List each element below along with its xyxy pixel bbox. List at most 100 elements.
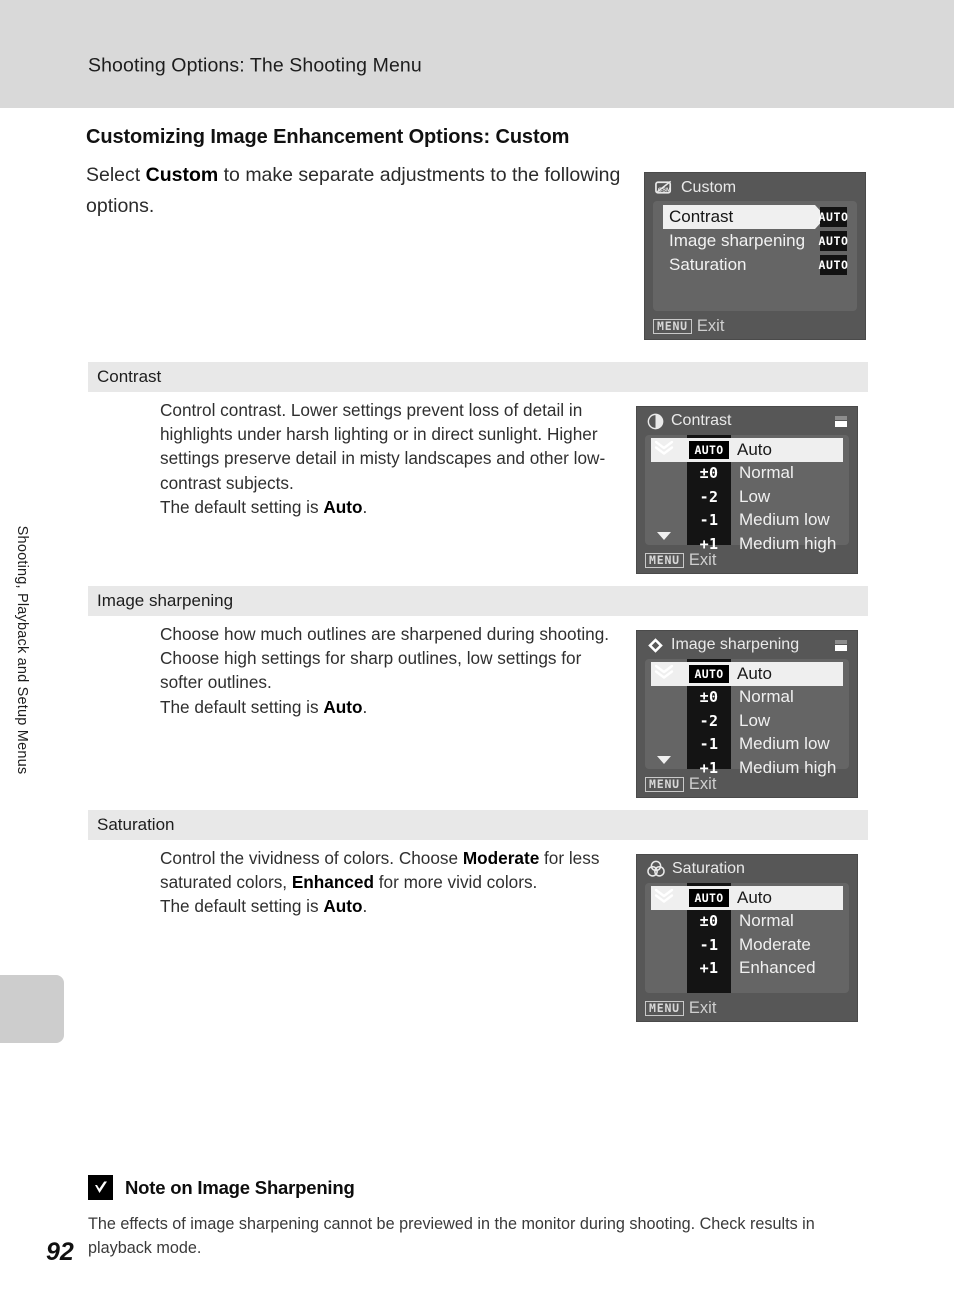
exit-label: Exit [688,551,717,569]
page-header-band: Shooting Options: The Shooting Menu [0,0,954,108]
scroll-up-icon[interactable] [653,439,675,456]
option-normal[interactable]: ±0 Normal [645,910,843,934]
scroll-down-icon[interactable] [657,756,671,764]
lcd-title-contrast: Contrast [647,412,731,430]
scroll-up-icon[interactable] [653,663,675,680]
subsection-bar-contrast: Contrast [88,362,868,392]
menu-item-value-badge: AUTO [818,207,848,227]
saturation-options-panel: AUTO Auto ±0 Normal -1 Moderate +1 Enhan… [645,883,849,993]
lcd-footer-image-sharpening[interactable]: MENU Exit [645,775,716,794]
lcd-footer-saturation[interactable]: MENU Exit [645,999,716,1018]
csm-icon: CSM [655,180,672,194]
menu-button-key[interactable]: MENU [645,776,684,793]
option-label: Auto [737,439,772,459]
lcd-title-text: Saturation [672,860,745,877]
option-moderate[interactable]: -1 Moderate [645,933,843,957]
lcd-title-text: Contrast [671,412,732,429]
menu-button-key[interactable]: MENU [645,1000,684,1017]
menu-button-key[interactable]: MENU [645,552,684,569]
option-value: +1 [699,959,719,978]
option-normal[interactable]: ±0 Normal [645,686,843,710]
intro-paragraph: Select Custom to make separate adjustmen… [86,164,621,217]
exit-label: Exit [696,317,725,335]
note-title: Note on Image Sharpening [125,1176,355,1198]
option-label: Medium high [739,757,837,777]
custom-menu-rows: Contrast AUTO Image sharpening AUTO Satu… [663,205,849,277]
menu-item-image-sharpening[interactable]: Image sharpening AUTO [663,229,849,253]
sidebar-chapter-label: Shooting, Playback and Setup Menus [14,525,30,775]
option-value: -2 [699,711,719,730]
note-header: Note on Image Sharpening [88,1175,878,1200]
subsection-title: Saturation [97,815,175,834]
option-value: ±0 [699,688,719,707]
option-low[interactable]: -2 Low [645,485,843,509]
menu-item-contrast[interactable]: Contrast AUTO [663,205,849,229]
page-number: 92 [46,1238,74,1266]
subsection-title: Image sharpening [97,591,234,610]
option-value: -1 [699,735,719,754]
option-value: -1 [699,511,719,530]
option-normal[interactable]: ±0 Normal [645,462,843,486]
option-medium-low[interactable]: -1 Medium low [645,509,843,533]
option-label: Auto [737,663,772,683]
half-circle-icon [647,413,664,429]
option-label: Medium high [739,533,837,553]
menu-item-label: Saturation [669,255,747,274]
menu-button-key[interactable]: MENU [653,318,692,335]
option-label: Normal [739,911,794,931]
scroll-down-icon[interactable] [657,532,671,540]
option-low[interactable]: -2 Low [645,709,843,733]
option-value: AUTO [689,664,729,683]
lcd-screen-image-sharpening: Image sharpening AUTO Auto ±0 Normal -2 … [636,630,858,798]
page-title: Customizing Image Enhancement Options: C… [86,126,570,148]
lcd-title-text: Image sharpening [671,636,800,653]
lcd-footer-contrast[interactable]: MENU Exit [645,551,716,570]
subsection-bar-saturation: Saturation [88,810,868,840]
option-enhanced[interactable]: +1 Enhanced [645,957,843,981]
section-body-contrast: Control contrast. Lower settings prevent… [160,400,606,517]
battery-indicator-icon [835,640,847,651]
section-body-saturation: Control the vividness of colors. Choose … [160,848,600,917]
contrast-options-panel: AUTO Auto ±0 Normal -2 Low -1 Medium low… [645,435,849,553]
menu-item-value-badge: AUTO [818,231,848,251]
lcd-footer-custom[interactable]: MENU Exit [653,317,724,336]
option-value: -1 [699,935,719,954]
diamond-icon [648,637,663,653]
image-sharpening-options-panel: AUTO Auto ±0 Normal -2 Low -1 Medium low… [645,659,849,777]
lcd-screen-saturation: Saturation AUTO Auto ±0 Normal -1 Modera… [636,854,858,1022]
battery-indicator-icon [835,416,847,427]
exit-label: Exit [688,999,717,1017]
option-label: Low [739,486,771,506]
subsection-bar-image-sharpening: Image sharpening [88,586,868,616]
option-label: Low [739,710,771,730]
option-medium-low[interactable]: -1 Medium low [645,733,843,757]
option-label: Auto [737,887,772,907]
option-label: Normal [739,687,794,707]
note-block: Note on Image Sharpening The effects of … [88,1175,878,1260]
option-label: Enhanced [739,958,816,978]
note-body: The effects of image sharpening cannot b… [88,1215,815,1257]
lcd-title-saturation: Saturation [647,860,745,878]
custom-menu-panel: Contrast AUTO Image sharpening AUTO Satu… [653,201,857,311]
svg-text:CSM: CSM [658,188,671,194]
sidebar-chapter-tab: Shooting, Playback and Setup Menus [0,0,60,1314]
menu-item-label: Image sharpening [669,231,806,250]
option-label: Medium low [739,510,830,530]
lcd-screen-custom-menu: CSM Custom Contrast AUTO Image sharpenin… [644,172,866,340]
lcd-screen-contrast: Contrast AUTO Auto ±0 Normal -2 Low -1 M… [636,406,858,574]
caution-check-icon [88,1175,113,1200]
lcd-title-image-sharpening: Image sharpening [647,636,799,654]
sidebar-thumb-tab [0,975,64,1043]
menu-item-saturation[interactable]: Saturation AUTO [663,253,849,277]
venn-circles-icon [647,860,665,877]
option-value: AUTO [689,440,729,459]
lcd-title-text: Custom [681,178,737,196]
menu-item-label: Contrast [669,207,734,226]
option-label: Normal [739,463,794,483]
lcd-title-custom: CSM Custom [655,178,736,197]
scroll-up-icon[interactable] [653,887,675,904]
option-label: Medium low [739,734,830,754]
option-value: ±0 [699,464,719,483]
option-value: ±0 [699,912,719,931]
menu-item-value-badge: AUTO [818,255,848,275]
